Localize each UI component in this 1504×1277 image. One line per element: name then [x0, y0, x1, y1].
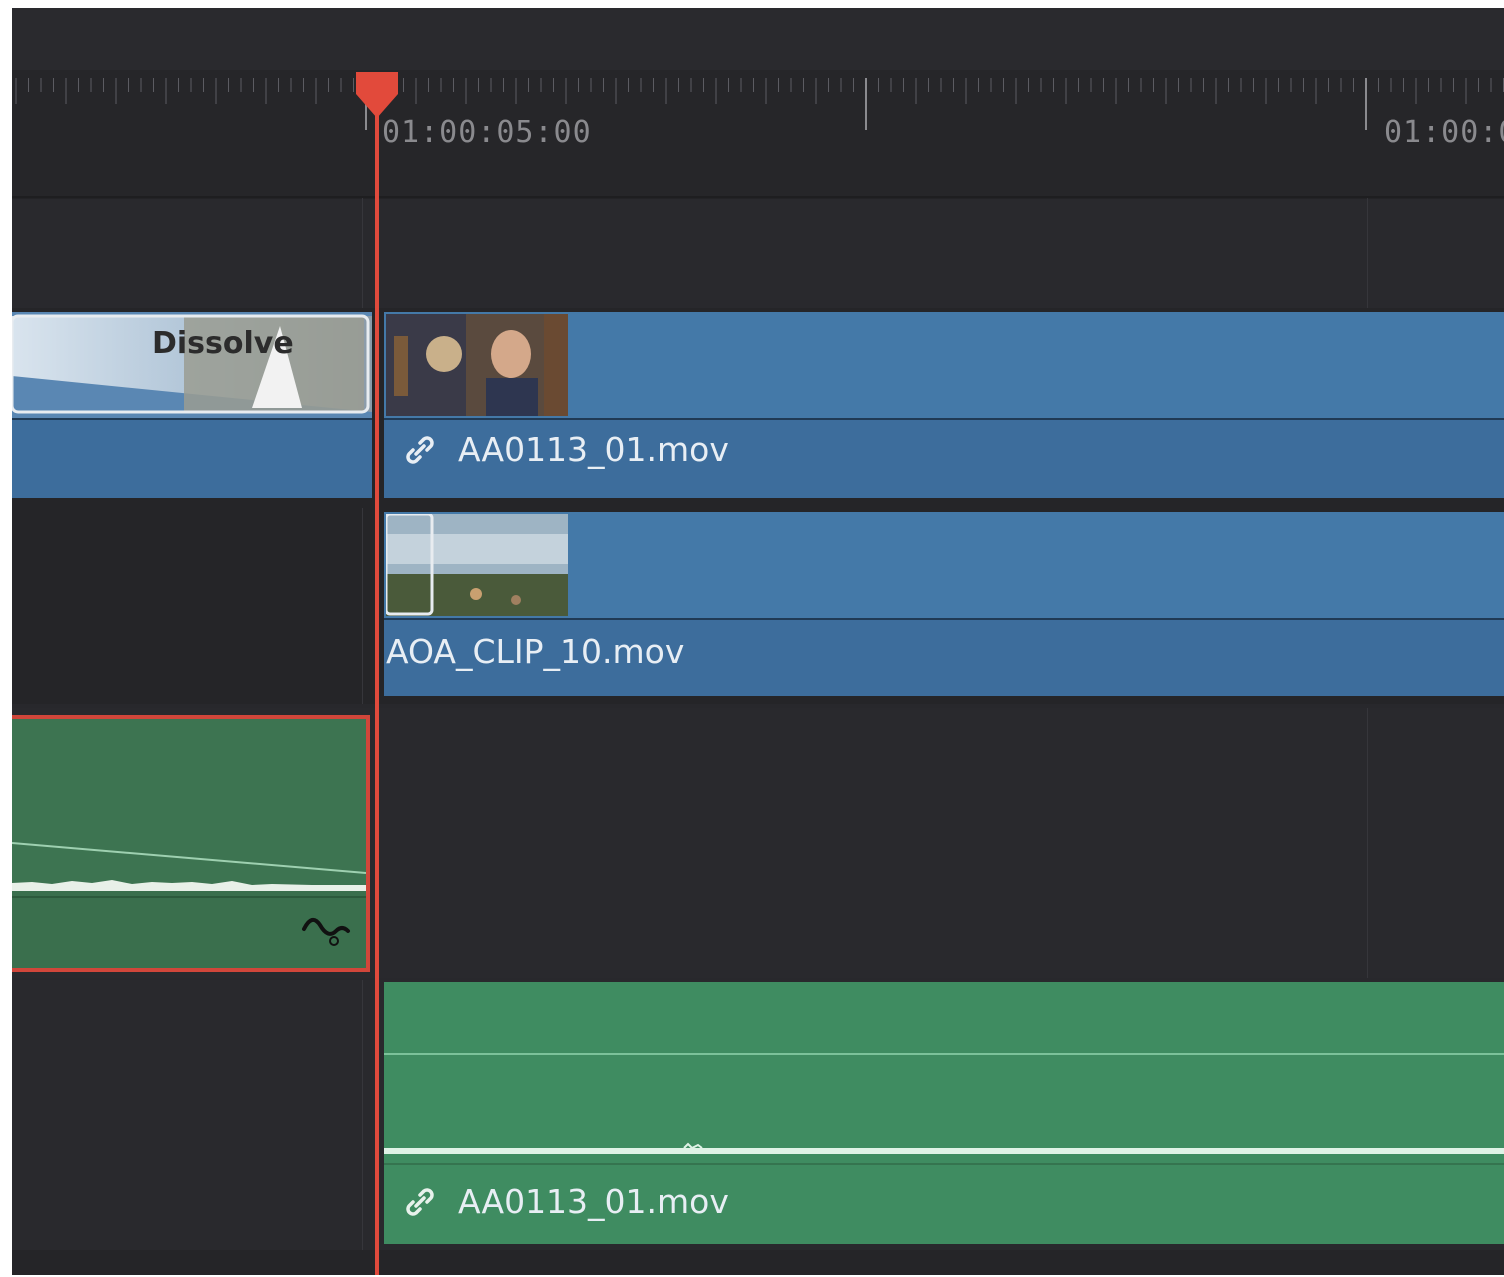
video-clip-left[interactable]: Dissolve [12, 312, 372, 498]
link-icon [406, 435, 434, 464]
timeline-ruler[interactable]: 01:00:05:00 01:00:0 [12, 70, 1504, 198]
grid-line [362, 198, 363, 308]
timeline-toolbar [12, 8, 1504, 71]
grid-line [1367, 198, 1368, 308]
clip-name: AA0113_01.mov [458, 1182, 729, 1221]
audio-waveform [12, 719, 366, 946]
grid-line [362, 508, 363, 704]
video-clip[interactable]: AOA_CLIP_10.mov [384, 512, 1504, 696]
ruler-timecode: 01:00:0 [1384, 115, 1504, 150]
curve-icon [302, 917, 350, 946]
video-clip[interactable]: AA0113_01.mov [384, 312, 1504, 498]
ruler-ticks [12, 78, 1504, 198]
timeline-bottom [12, 1250, 1504, 1275]
audio-clip-selected[interactable] [12, 715, 370, 972]
transition-area[interactable]: Dissolve [12, 312, 372, 420]
clip-label: AOA_CLIP_10.mov [386, 632, 684, 671]
timeline-panel: 01:00:05:00 01:00:0 [12, 8, 1504, 1275]
playhead-icon[interactable] [352, 70, 402, 122]
grid-line [1367, 708, 1368, 978]
clip-label: AA0113_01.mov [402, 1182, 729, 1221]
clip-thumbnail [386, 314, 568, 416]
transition-label: Dissolve [152, 326, 294, 361]
clip-thumbnails [384, 312, 1504, 420]
audio-clip[interactable]: AA0113_01.mov [384, 982, 1504, 1244]
clip-name: AA0113_01.mov [458, 430, 729, 469]
link-icon [406, 1187, 434, 1216]
empty-track-v3 [12, 198, 1504, 309]
clip-thumbnails [384, 512, 1504, 620]
playhead-line[interactable] [375, 88, 379, 1275]
clip-label: AA0113_01.mov [402, 430, 729, 469]
clip-name: AOA_CLIP_10.mov [386, 632, 685, 671]
grid-line [362, 980, 363, 1250]
ruler-timecode: 01:00:05:00 [382, 115, 592, 150]
clip-thumbnail [386, 514, 568, 616]
